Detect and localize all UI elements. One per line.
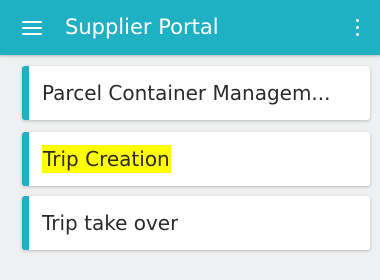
app-bar: Supplier Portal (0, 0, 380, 55)
more-icon-dot (355, 19, 359, 22)
menu-item-parcel-container-management[interactable]: Parcel Container Managem... (22, 66, 370, 120)
menu-item-label: Trip Creation (42, 145, 171, 173)
more-icon-dot (355, 26, 359, 29)
app-title: Supplier Portal (65, 15, 219, 39)
more-vert-icon[interactable] (353, 17, 361, 39)
hamburger-menu-icon[interactable] (22, 20, 42, 36)
menu-item-trip-take-over[interactable]: Trip take over (22, 196, 370, 250)
menu-item-label: Trip take over (42, 211, 179, 235)
menu-item-label: Parcel Container Managem... (42, 81, 331, 105)
menu-item-trip-creation[interactable]: Trip Creation (22, 132, 370, 186)
menu-icon-line (22, 27, 42, 29)
more-icon-dot (355, 33, 359, 36)
menu-icon-line (22, 33, 42, 35)
menu-icon-line (22, 21, 42, 23)
